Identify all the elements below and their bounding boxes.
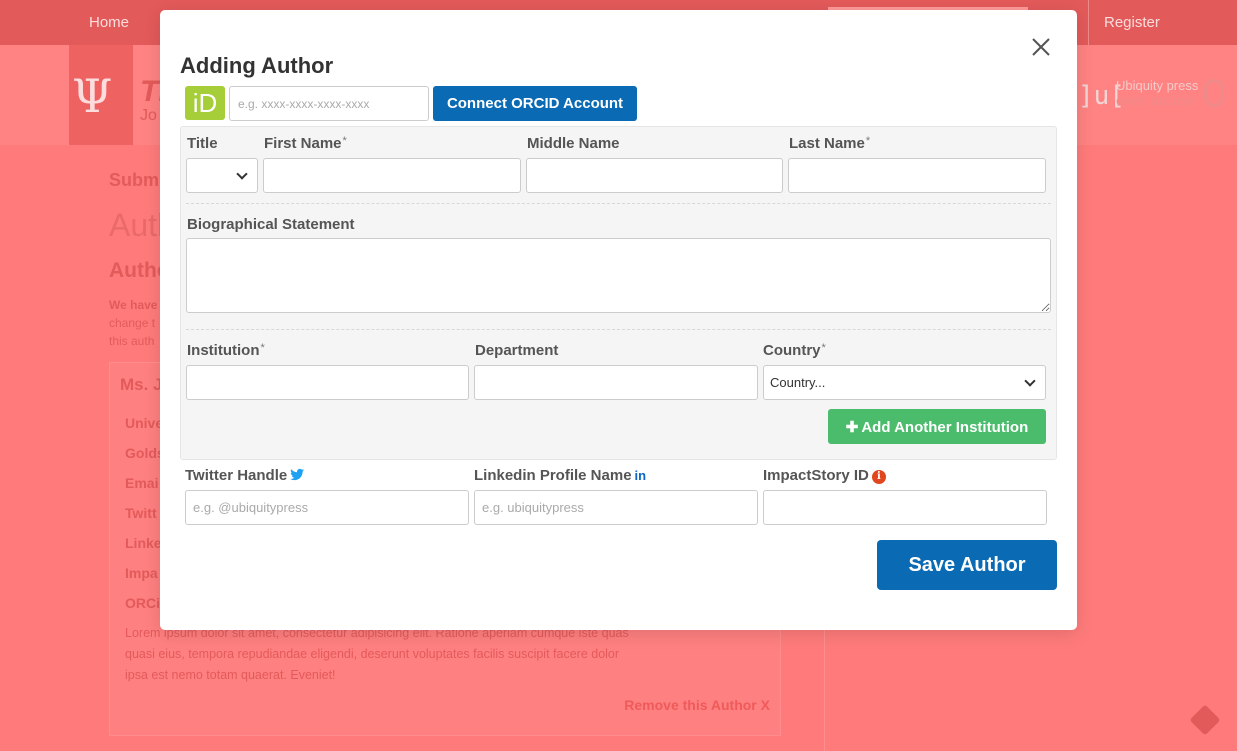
journal-subtitle: Jo xyxy=(140,107,157,124)
author-field: Unive xyxy=(125,415,164,431)
orcid-input[interactable] xyxy=(229,86,429,121)
last-name-label-text: Last Name xyxy=(789,135,865,152)
first-name-label: First Name* xyxy=(264,135,347,152)
required-marker: * xyxy=(260,342,265,354)
author-name: Ms. J xyxy=(120,375,163,394)
nav-home-link[interactable]: Home xyxy=(89,14,129,31)
author-field: Golds xyxy=(125,445,165,461)
twitter-input[interactable] xyxy=(185,490,469,525)
author-field: Emai xyxy=(125,475,159,491)
author-bio: Lorem ipsum dolor sit amet, consectetur … xyxy=(125,626,629,682)
middle-name-label-text: Middle Name xyxy=(527,135,620,152)
close-icon[interactable] xyxy=(1028,34,1054,60)
submit-heading: Subm xyxy=(109,170,160,190)
country-select[interactable]: Country... xyxy=(763,365,1046,400)
middle-name-input[interactable] xyxy=(526,158,783,193)
linkedin-icon: in xyxy=(634,468,647,483)
open-access-label: open access xyxy=(1116,92,1195,108)
institution-input[interactable] xyxy=(186,365,469,400)
country-label-text: Country xyxy=(763,342,821,359)
add-author-modal: Adding Author iD Connect ORCID Account T… xyxy=(160,10,1077,630)
country-label: Country* xyxy=(763,342,826,359)
chevron-down-icon xyxy=(1024,375,1036,387)
section-divider xyxy=(186,329,1051,330)
save-author-button[interactable]: Save Author xyxy=(877,540,1057,590)
add-institution-button[interactable]: ✚ Add Another Institution xyxy=(828,409,1046,444)
section-divider xyxy=(186,203,1051,204)
bio-label: Biographical Statement xyxy=(187,216,355,233)
open-access-icon xyxy=(1204,79,1224,107)
linkedin-input[interactable] xyxy=(474,490,758,525)
twitter-label-text: Twitter Handle xyxy=(185,467,288,484)
middle-name-label: Middle Name xyxy=(527,135,620,152)
remove-author-link[interactable]: Remove this Author X xyxy=(624,697,770,713)
required-marker: * xyxy=(865,135,871,147)
author-field: Impa xyxy=(125,565,158,581)
psi-logo-icon: Ψ xyxy=(72,69,113,123)
last-name-label: Last Name* xyxy=(789,135,870,152)
title-label-text: Title xyxy=(187,135,218,152)
modal-title: Adding Author xyxy=(180,53,334,78)
title-label: Title xyxy=(187,135,218,152)
feedback-icon[interactable] xyxy=(1189,704,1221,736)
author-field: Twitt xyxy=(125,505,157,521)
institution-label-text: Institution xyxy=(187,342,260,359)
impactstory-label-text: ImpactStory ID xyxy=(763,467,869,484)
linkedin-label: Linkedin Profile Name in xyxy=(474,467,646,484)
info-icon[interactable]: i xyxy=(871,470,886,484)
institution-label: Institution* xyxy=(187,342,265,359)
department-label: Department xyxy=(475,342,559,359)
impactstory-input[interactable] xyxy=(763,490,1047,525)
connect-orcid-button[interactable]: Connect ORCID Account xyxy=(433,86,637,121)
author-field: Linke xyxy=(125,535,162,551)
nav-divider xyxy=(1088,0,1089,45)
linkedin-label-text: Linkedin Profile Name xyxy=(474,467,632,484)
first-name-input[interactable] xyxy=(263,158,521,193)
department-input[interactable] xyxy=(474,365,758,400)
publisher-name: Ubiquity press xyxy=(1116,78,1199,93)
nav-register-link[interactable]: Register xyxy=(1104,14,1160,31)
first-name-label-text: First Name xyxy=(264,135,342,152)
chevron-down-icon xyxy=(236,168,248,180)
required-marker: * xyxy=(821,342,826,354)
author-field: ORCi xyxy=(125,595,160,611)
title-select[interactable] xyxy=(186,158,258,193)
orcid-icon: iD xyxy=(185,86,225,120)
add-institution-label: Add Another Institution xyxy=(861,418,1029,436)
twitter-label: Twitter Handle xyxy=(185,467,305,484)
twitter-icon xyxy=(290,468,305,481)
author-form-panel: Title First Name* Middle Name Last Name*… xyxy=(180,126,1057,460)
last-name-input[interactable] xyxy=(788,158,1046,193)
plus-icon: ✚ xyxy=(845,418,859,436)
required-marker: * xyxy=(342,135,347,147)
country-select-value: Country... xyxy=(770,375,826,390)
impactstory-label: ImpactStory ID i xyxy=(763,467,886,484)
bio-textarea[interactable] xyxy=(186,238,1051,313)
